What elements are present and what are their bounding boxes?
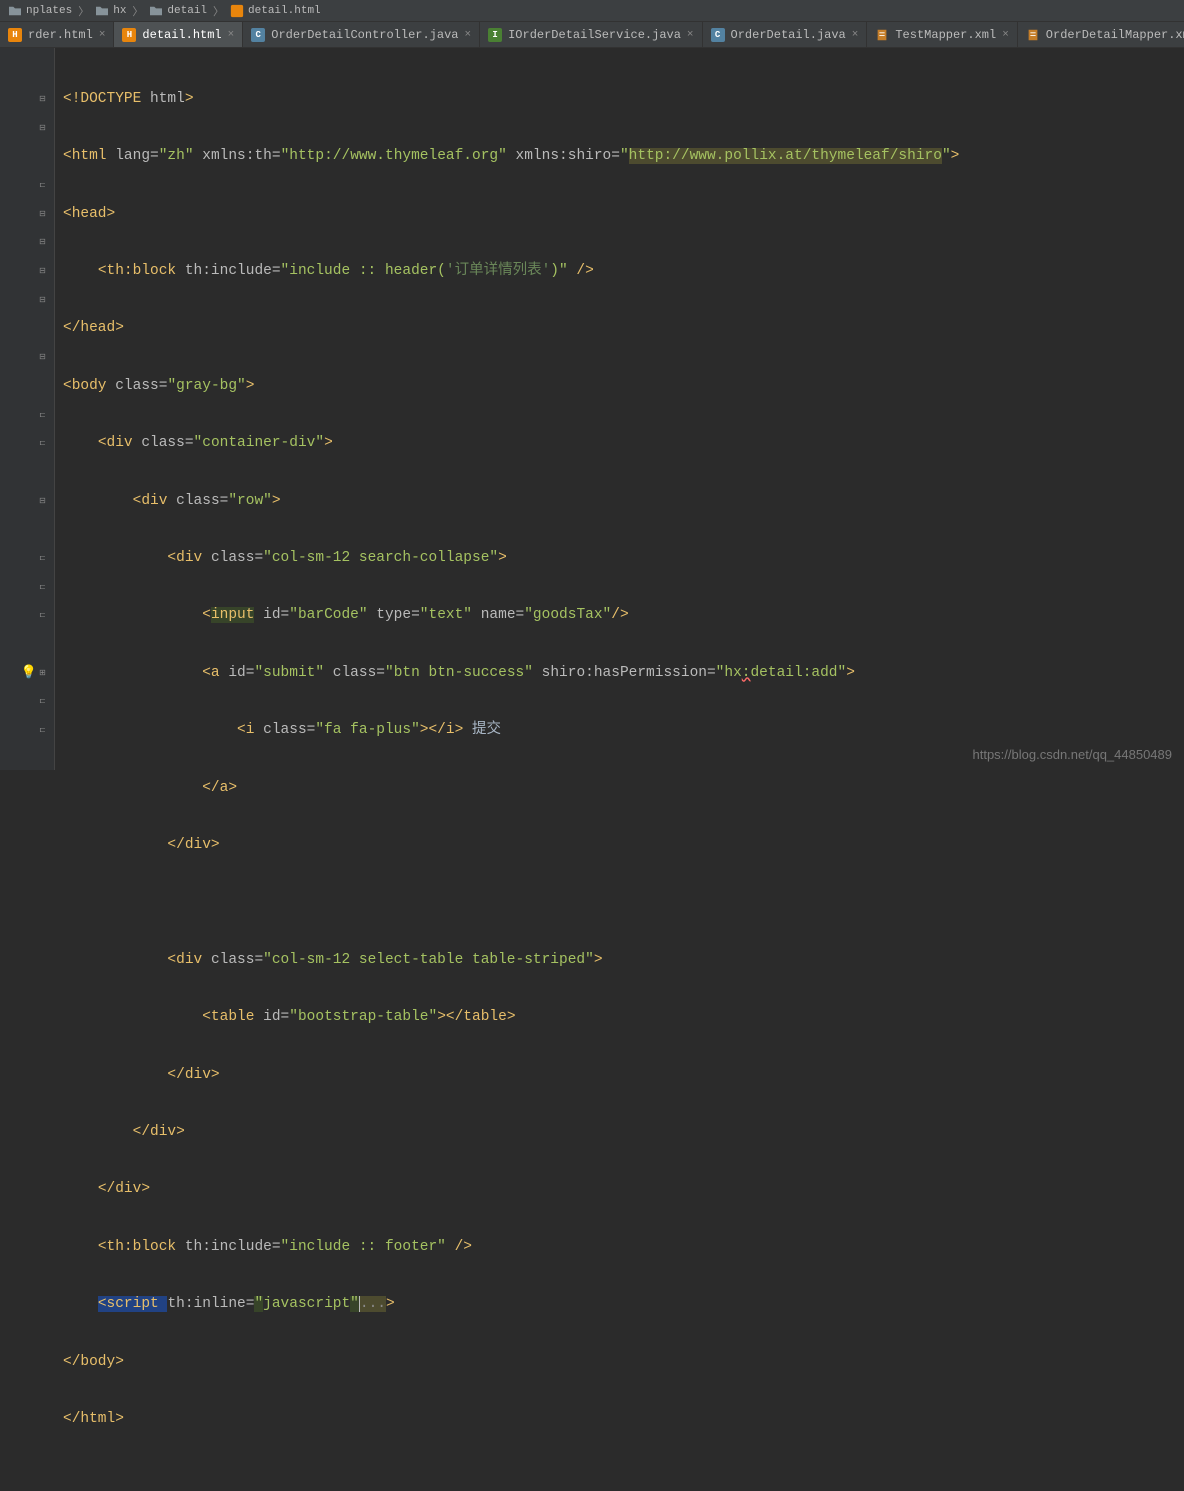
fold-toggle-icon[interactable]: ⊟: [37, 237, 48, 248]
tab-orderdetail[interactable]: C OrderDetail.java ×: [703, 22, 868, 48]
tab-label: OrderDetailMapper.xml: [1046, 28, 1184, 42]
close-icon[interactable]: ×: [228, 29, 235, 41]
tab-iorderdetailservice[interactable]: I IOrderDetailService.java ×: [480, 22, 702, 48]
code-line: <!DOCTYPE html>: [63, 85, 1184, 114]
code-line: </div>: [63, 1061, 1184, 1090]
code-line: </body>: [63, 1348, 1184, 1377]
fold-toggle-icon[interactable]: ⊟: [37, 122, 48, 133]
tab-rder-html[interactable]: Hrder.html ×: [0, 22, 114, 48]
close-icon[interactable]: ×: [99, 29, 106, 41]
html-file-icon: H: [8, 28, 22, 42]
code-line: [63, 888, 1184, 917]
html-file-icon: H: [122, 28, 136, 42]
tab-label: rder.html: [28, 28, 93, 42]
fold-end-icon[interactable]: ⊏: [37, 581, 48, 592]
code-line: <script th:inline="javascript"...>: [63, 1290, 1184, 1319]
tab-orderdetailcontroller[interactable]: C OrderDetailController.java ×: [243, 22, 480, 48]
close-icon[interactable]: ×: [687, 29, 694, 41]
fold-end-icon[interactable]: ⊏: [37, 438, 48, 449]
breadcrumb-item[interactable]: hx: [91, 5, 130, 17]
fold-end-icon[interactable]: ⊏: [37, 409, 48, 420]
code-line: <th:block th:include="include :: footer"…: [63, 1233, 1184, 1262]
fold-toggle-icon[interactable]: ⊟: [37, 94, 48, 105]
breadcrumb-label: detail: [167, 5, 207, 17]
code-line: </a>: [63, 774, 1184, 803]
tab-label: OrderDetail.java: [731, 28, 846, 42]
fold-toggle-icon[interactable]: ⊟: [37, 495, 48, 506]
xml-file-icon: [875, 28, 889, 42]
folder-icon: [8, 5, 22, 17]
fold-toggle-icon[interactable]: ⊟: [37, 266, 48, 277]
code-line: <head>: [63, 200, 1184, 229]
breadcrumb-sep: 〉: [211, 3, 226, 19]
java-class-icon: C: [711, 28, 725, 42]
fold-end-icon[interactable]: ⊏: [37, 696, 48, 707]
html-file-icon: [230, 4, 244, 18]
fold-toggle-icon[interactable]: ⊟: [37, 208, 48, 219]
code-line: </head>: [63, 314, 1184, 343]
breadcrumb: nplates 〉 hx 〉 detail 〉 detail.html: [0, 0, 1184, 22]
code-line: <table id="bootstrap-table"></table>: [63, 1003, 1184, 1032]
tab-label: TestMapper.xml: [895, 28, 996, 42]
code-line: </div>: [63, 1118, 1184, 1147]
close-icon[interactable]: ×: [464, 29, 471, 41]
code-line: <th:block th:include="include :: header(…: [63, 257, 1184, 286]
fold-end-icon[interactable]: ⊏: [37, 725, 48, 736]
xml-file-icon: [1026, 28, 1040, 42]
code-line: </div>: [63, 1175, 1184, 1204]
breadcrumb-item[interactable]: nplates: [4, 5, 76, 17]
close-icon[interactable]: ×: [1002, 29, 1009, 41]
breadcrumb-item[interactable]: detail.html: [226, 4, 325, 18]
code-line: <body class="gray-bg">: [63, 372, 1184, 401]
gutter: ⊟ ⊟ ⊏ ⊟ ⊟ ⊟ ⊟ ⊟ ⊏ ⊏ ⊟ ⊏ ⊏ ⊏ 💡⊞ ⊏ ⊏: [0, 48, 55, 770]
code-line: <input id="barCode" type="text" name="go…: [63, 601, 1184, 630]
code-line: </html>: [63, 1405, 1184, 1434]
code-editor[interactable]: ⊟ ⊟ ⊏ ⊟ ⊟ ⊟ ⊟ ⊟ ⊏ ⊏ ⊟ ⊏ ⊏ ⊏ 💡⊞ ⊏ ⊏ <!DOC…: [0, 48, 1184, 770]
code-line: <html lang="zh" xmlns:th="http://www.thy…: [63, 142, 1184, 171]
code-line: <a id="submit" class="btn btn-success" s…: [63, 659, 1184, 688]
java-interface-icon: I: [488, 28, 502, 42]
breadcrumb-item[interactable]: detail: [145, 5, 211, 17]
tab-testmapper-xml[interactable]: TestMapper.xml ×: [867, 22, 1017, 48]
tab-label: OrderDetailController.java: [271, 28, 458, 42]
code-line: <div class="col-sm-12 select-table table…: [63, 946, 1184, 975]
code-line: <div class="col-sm-12 search-collapse">: [63, 544, 1184, 573]
fold-toggle-icon[interactable]: ⊟: [37, 294, 48, 305]
close-icon[interactable]: ×: [852, 29, 859, 41]
fold-end-icon[interactable]: ⊏: [37, 610, 48, 621]
code-area[interactable]: <!DOCTYPE html> <html lang="zh" xmlns:th…: [55, 48, 1184, 770]
code-line: <i class="fa fa-plus"></i> 提交: [63, 716, 1184, 745]
tab-detail-html[interactable]: Hdetail.html ×: [114, 22, 243, 48]
folder-icon: [95, 5, 109, 17]
breadcrumb-sep: 〉: [76, 3, 91, 19]
watermark: https://blog.csdn.net/qq_44850489: [973, 747, 1173, 762]
code-line: </div>: [63, 831, 1184, 860]
breadcrumb-sep: 〉: [130, 3, 145, 19]
breadcrumb-label: nplates: [26, 5, 72, 17]
tab-label: detail.html: [142, 28, 221, 42]
intention-bulb-icon[interactable]: 💡: [21, 665, 37, 680]
tab-orderdetailmapper-xml[interactable]: OrderDetailMapper.xml×: [1018, 22, 1184, 48]
fold-end-icon[interactable]: ⊏: [37, 553, 48, 564]
breadcrumb-label: detail.html: [248, 5, 321, 17]
java-class-icon: C: [251, 28, 265, 42]
breadcrumb-label: hx: [113, 5, 126, 17]
tab-label: IOrderDetailService.java: [508, 28, 681, 42]
code-line: <div class="row">: [63, 487, 1184, 516]
folder-icon: [149, 5, 163, 17]
fold-end-icon[interactable]: ⊏: [37, 180, 48, 191]
fold-toggle-icon[interactable]: ⊟: [37, 352, 48, 363]
code-line: <div class="container-div">: [63, 429, 1184, 458]
editor-tabs: Hrder.html × Hdetail.html × C OrderDetailCo…: [0, 22, 1184, 48]
fold-toggle-icon[interactable]: ⊞: [37, 667, 48, 678]
